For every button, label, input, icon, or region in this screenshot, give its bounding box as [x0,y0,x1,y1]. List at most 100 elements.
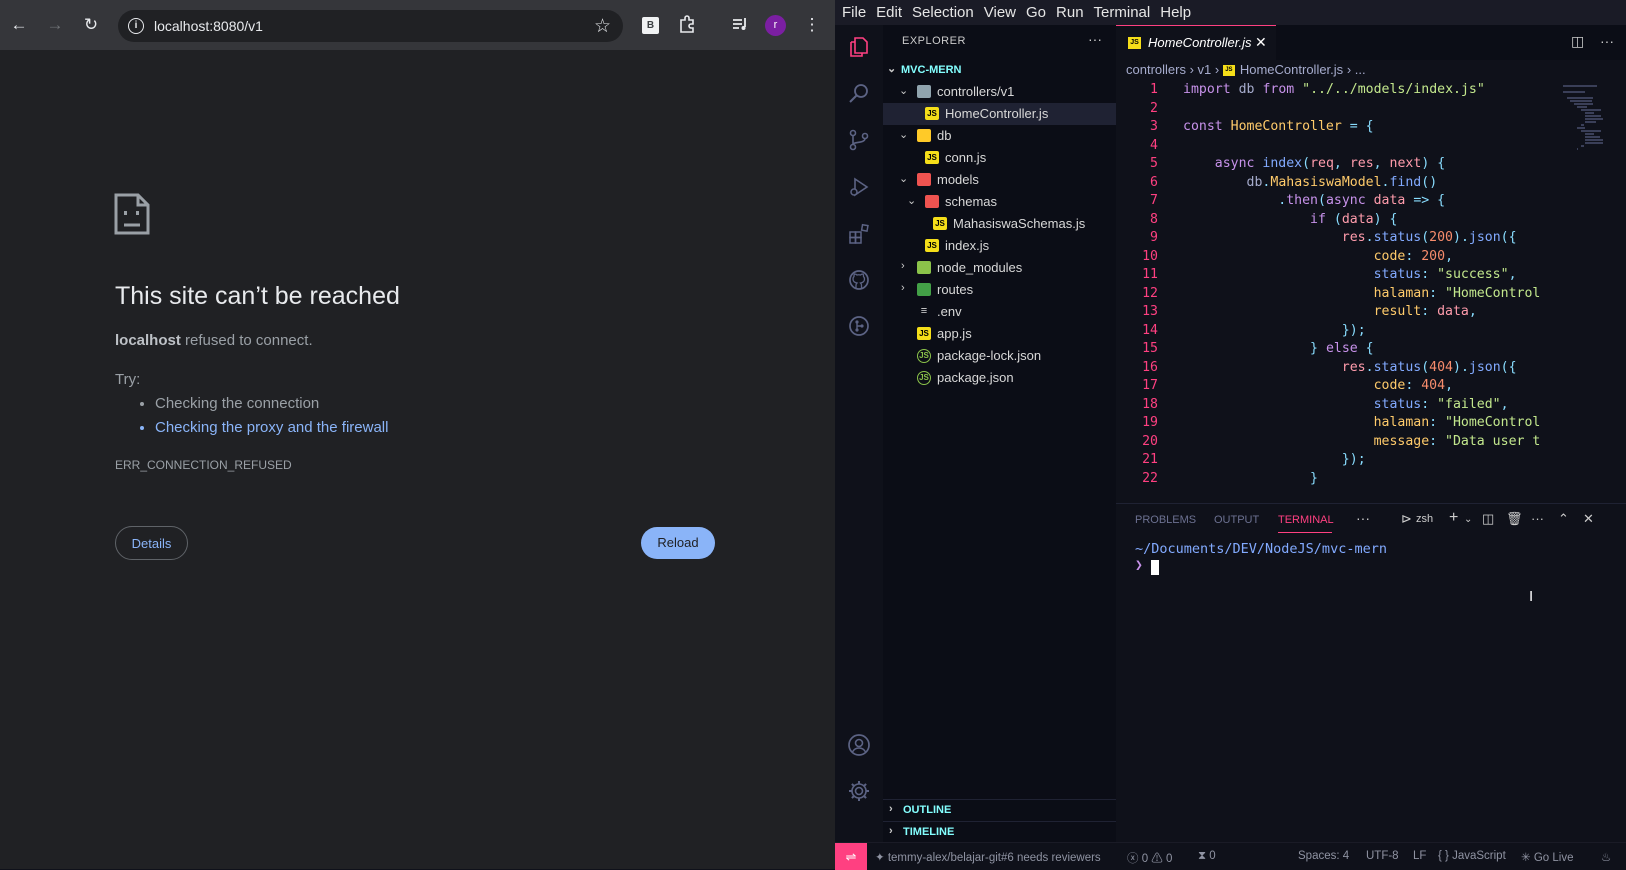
code-line[interactable]: 7 .then(async data => { [1116,193,1563,212]
source-control-icon[interactable] [847,128,871,152]
language-status[interactable]: { } JavaScript [1438,850,1506,862]
code-text[interactable]: result: data, [1183,304,1477,319]
minimap[interactable] [1563,80,1619,500]
panel-actions-icon[interactable]: ··· [1531,511,1544,526]
tree-folder-routes[interactable]: › routes [883,279,1116,301]
extension-puzzle-icon[interactable] [675,12,699,36]
run-debug-icon[interactable] [847,175,871,199]
menu-go[interactable]: Go [1026,4,1046,21]
breadcrumb-item[interactable]: controllers [1126,62,1186,77]
tab-output[interactable]: OUTPUT [1214,514,1259,526]
code-line[interactable]: 17 code: 404, [1116,378,1563,397]
url-text[interactable]: localhost:8080/v1 [154,18,263,34]
more-actions-icon[interactable]: ··· [1600,33,1614,49]
menu-edit[interactable]: Edit [876,4,902,21]
menu-help[interactable]: Help [1160,4,1191,21]
breadcrumb-item[interactable]: v1 [1198,62,1212,77]
address-bar[interactable]: i localhost:8080/v1 ☆ [118,10,623,42]
code-line[interactable]: 3 const HomeController = { [1116,119,1563,138]
code-text[interactable]: res.status(404).json({ [1183,360,1517,375]
code-text[interactable]: .then(async data => { [1183,193,1445,208]
code-line[interactable]: 15 } else { [1116,341,1563,360]
code-editor[interactable]: 1 import db from "../../models/index.js" 2… [1116,82,1563,502]
code-line[interactable]: 1 import db from "../../models/index.js" [1116,82,1563,101]
project-root[interactable]: ⌄ MVC-MERN [883,61,1116,81]
code-text[interactable]: halaman: "HomeControl [1183,415,1541,430]
tab-problems[interactable]: PROBLEMS [1135,514,1196,526]
shell-name[interactable]: zsh [1416,513,1433,525]
problems-status[interactable]: ⓧ 0 ⚠ 0 [1127,850,1172,866]
tree-folder-controllers[interactable]: ⌄ controllers/v1 [883,81,1116,103]
code-text[interactable]: }); [1183,323,1366,338]
code-line[interactable]: 20 message: "Data user t [1116,434,1563,453]
tree-file-index[interactable]: JS index.js [883,235,1116,257]
code-text[interactable]: status: "failed", [1183,397,1509,412]
tree-file-mahasiswaschemas[interactable]: JS MahasiswaSchemas.js [883,213,1116,235]
extension-b-icon[interactable]: B [642,17,659,34]
tree-folder-node-modules[interactable]: › node_modules [883,257,1116,279]
tab-terminal[interactable]: TERMINAL [1278,514,1334,526]
account-icon[interactable] [847,733,871,757]
close-panel-icon[interactable]: ✕ [1583,511,1594,527]
profile-avatar[interactable]: r [765,15,786,36]
tree-file-package-lock[interactable]: JS package-lock.json [883,345,1116,367]
code-line[interactable]: 5 async index(req, res, next) { [1116,156,1563,175]
code-line[interactable]: 14 }); [1116,323,1563,342]
code-text[interactable]: code: 200, [1183,249,1453,264]
code-line[interactable]: 21 }); [1116,452,1563,471]
explorer-more-icon[interactable]: ··· [1088,31,1102,47]
code-text[interactable]: async index(req, res, next) { [1183,156,1445,171]
code-line[interactable]: 9 res.status(200).json({ [1116,230,1563,249]
editor-tab-homecontroller[interactable]: JS HomeController.js ✕ [1116,25,1276,60]
code-line[interactable]: 8 if (data) { [1116,212,1563,231]
code-text[interactable]: const HomeController = { [1183,119,1374,134]
kebab-menu-icon[interactable]: ⋮ [800,12,824,36]
search-icon[interactable] [847,82,871,106]
code-text[interactable]: }); [1183,452,1366,467]
timeline-section[interactable]: › TIMELINE [883,821,1116,844]
code-line[interactable]: 2 [1116,101,1563,120]
terminal-cursor[interactable] [1151,560,1159,575]
outline-section[interactable]: › OUTLINE [883,799,1116,822]
code-text[interactable]: db.MahasiswaModel.find() [1183,175,1438,190]
chevron-down-icon[interactable]: ⌄ [1464,514,1472,525]
star-icon[interactable]: ☆ [594,15,611,38]
code-line[interactable]: 18 status: "failed", [1116,397,1563,416]
code-line[interactable]: 22 } [1116,471,1563,490]
eol-status[interactable]: LF [1413,850,1426,862]
code-text[interactable]: halaman: "HomeControl [1183,286,1541,301]
reload-icon[interactable]: ↻ [79,12,103,36]
tree-folder-db[interactable]: ⌄ db [883,125,1116,147]
split-editor-icon[interactable]: ◫ [1571,33,1584,50]
back-arrow-icon[interactable]: ← [7,12,31,36]
tree-file-env[interactable]: ≡ .env [883,301,1116,323]
encoding-status[interactable]: UTF-8 [1366,850,1399,862]
code-line[interactable]: 16 res.status(404).json({ [1116,360,1563,379]
tree-file-conn[interactable]: JS conn.js [883,147,1116,169]
notifications-bell-icon[interactable]: ♨ [1601,850,1611,864]
media-control-icon[interactable] [728,12,752,36]
menu-terminal[interactable]: Terminal [1094,4,1151,21]
github-icon[interactable] [847,268,871,292]
code-line[interactable]: 12 halaman: "HomeControl [1116,286,1563,305]
tree-file-homecontroller[interactable]: JS HomeController.js [883,103,1116,125]
remote-indicator-icon[interactable]: ⇌ [835,843,867,870]
code-text[interactable]: } [1183,471,1318,486]
menu-selection[interactable]: Selection [912,4,974,21]
trash-icon[interactable]: 🗑 [1506,511,1523,527]
code-text[interactable]: if (data) { [1183,212,1397,227]
code-text[interactable]: } else { [1183,341,1374,356]
panel-more-icon[interactable]: ··· [1356,510,1370,526]
code-line[interactable]: 13 result: data, [1116,304,1563,323]
split-terminal-icon[interactable]: ◫ [1482,511,1494,527]
new-terminal-icon[interactable]: + [1449,509,1458,527]
indentation-status[interactable]: Spaces: 4 [1298,850,1349,862]
info-icon[interactable]: i [128,18,144,34]
git-branch-status[interactable]: ✦ temmy-alex/belajar-git#6 needs reviewe… [875,850,1101,864]
explorer-icon[interactable] [847,35,871,59]
forward-arrow-icon[interactable]: → [43,12,67,36]
breadcrumb-item[interactable]: HomeController.js [1240,62,1343,77]
terminal-icon[interactable]: ⊳ [1401,511,1412,527]
menu-file[interactable]: File [842,4,866,21]
code-line[interactable]: 19 halaman: "HomeControl [1116,415,1563,434]
